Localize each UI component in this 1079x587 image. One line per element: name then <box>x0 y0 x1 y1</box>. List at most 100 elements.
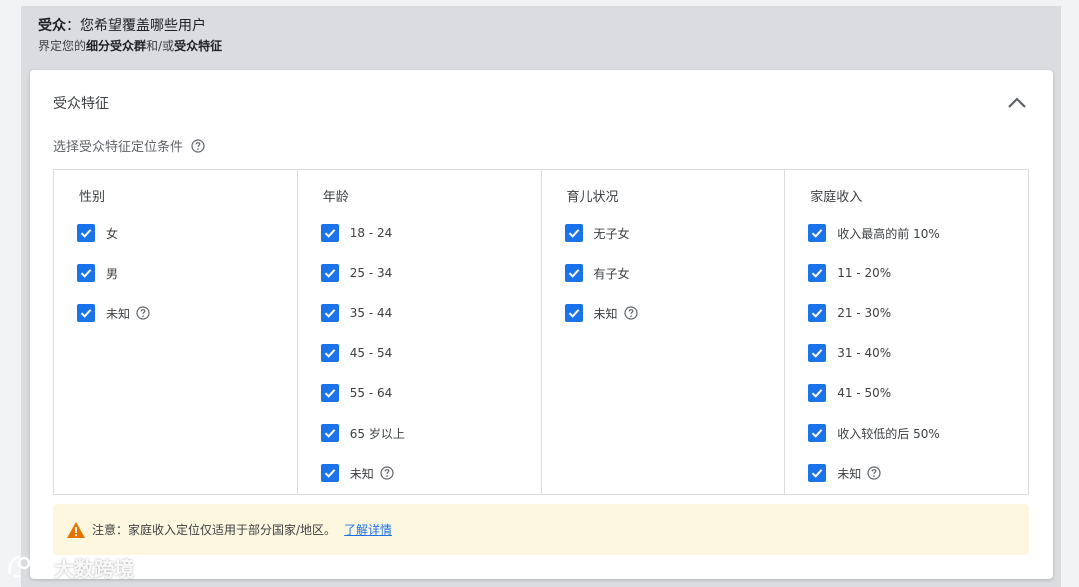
option-label: 收入最高的前 10% <box>837 226 940 241</box>
option-label: 未知 <box>349 466 374 481</box>
checkbox[interactable] <box>77 264 95 282</box>
option-household-income: 41 - 50% <box>808 383 891 403</box>
check-icon <box>324 349 336 358</box>
option-label: 有子女 <box>593 266 630 281</box>
checkbox[interactable] <box>808 464 827 482</box>
option-parental-status: 有子女 <box>564 263 630 283</box>
warning-triangle-icon <box>66 521 86 539</box>
option-label: 无子女 <box>593 226 630 241</box>
card-subtitle: 选择受众特征定位条件 <box>53 136 205 155</box>
option-label: 未知 <box>106 306 131 321</box>
check-icon <box>324 309 336 318</box>
option-label: 21 - 30% <box>837 306 892 320</box>
option-household-income: 收入较低的后 50% <box>808 423 940 443</box>
check-icon <box>568 269 579 278</box>
card-title: 受众特征 <box>53 96 109 112</box>
chevron-up-icon <box>1008 97 1026 108</box>
desc-bold-1: 细分受众群 <box>86 39 147 53</box>
checkbox[interactable] <box>808 384 827 402</box>
column-title: 家庭收入 <box>810 190 863 205</box>
check-icon <box>324 229 336 238</box>
check-icon <box>324 389 336 398</box>
option-household-income: 收入最高的前 10% <box>808 223 940 243</box>
checkbox[interactable] <box>808 424 827 442</box>
option-gender: 女 <box>77 223 118 243</box>
help-circle-icon[interactable] <box>136 306 150 320</box>
subtitle-text: 选择受众特征定位条件 <box>53 140 184 155</box>
checkbox[interactable] <box>320 424 339 442</box>
desc-bold-2: 受众特征 <box>174 39 223 53</box>
notice-banner: 注意：家庭收入定位仅适用于部分国家/地区。 了解详情 <box>53 504 1029 555</box>
checkbox[interactable] <box>564 224 583 242</box>
checkbox[interactable] <box>808 264 827 282</box>
checkbox[interactable] <box>320 304 339 322</box>
checkbox[interactable] <box>77 224 95 242</box>
option-label: 25 - 34 <box>349 266 393 280</box>
option-age: 35 - 44 <box>320 303 392 323</box>
checkbox[interactable] <box>77 304 95 322</box>
checkbox[interactable] <box>320 344 339 362</box>
check-icon <box>80 269 92 278</box>
watermark-text: 大数跨境 <box>54 556 134 581</box>
watermark: 大数跨境 <box>6 552 134 582</box>
check-icon <box>324 469 336 478</box>
help-circle-icon[interactable] <box>191 138 205 153</box>
collapse-button[interactable] <box>1005 91 1029 115</box>
option-age: 45 - 54 <box>320 343 392 363</box>
section-title-rest: ：您希望覆盖哪些用户 <box>66 18 206 34</box>
watermark-logo-icon <box>6 552 50 582</box>
checkbox[interactable] <box>808 224 827 242</box>
check-icon <box>812 349 823 358</box>
column-gender: 性别女男未知 <box>54 170 298 494</box>
option-label: 男 <box>106 266 119 281</box>
option-label: 65 岁以上 <box>349 426 405 441</box>
desc-part-2: 和/或 <box>146 39 175 53</box>
notice-text: 注意：家庭收入定位仅适用于部分国家/地区。 <box>92 523 337 537</box>
option-label: 31 - 40% <box>837 346 892 360</box>
column-title: 年龄 <box>322 190 349 205</box>
check-icon <box>812 229 823 238</box>
demographics-card: 受众特征 选择受众特征定位条件 性别女男未知 年龄 18 - 24 25 - 34 35… <box>30 70 1053 579</box>
section-title-bold: 受众 <box>38 18 66 34</box>
section-title: 受众：您希望覆盖哪些用户 <box>38 17 222 35</box>
option-age: 18 - 24 <box>320 223 393 243</box>
help-circle-icon[interactable] <box>867 466 881 480</box>
checkbox[interactable] <box>808 344 827 362</box>
option-label: 未知 <box>837 466 862 481</box>
option-label: 未知 <box>593 306 618 321</box>
column-household-income: 家庭收入收入最高的前 10% 11 - 20% 21 - 30% 31 - 40% 41… <box>785 170 1028 494</box>
option-label: 女 <box>106 226 119 241</box>
column-parental-status: 育儿状况 无子女 有子女 未知 <box>542 170 786 494</box>
help-circle-icon[interactable] <box>380 466 394 480</box>
check-icon <box>568 309 579 318</box>
option-age: 未知 <box>320 463 394 483</box>
option-age: 65 岁以上 <box>320 423 405 443</box>
check-icon <box>812 309 823 318</box>
check-icon <box>568 229 579 238</box>
checkbox[interactable] <box>320 384 339 402</box>
option-age: 55 - 64 <box>320 383 392 403</box>
option-gender: 未知 <box>77 303 150 323</box>
learn-more-link[interactable]: 了解详情 <box>344 521 392 538</box>
option-label: 41 - 50% <box>837 386 892 400</box>
column-age: 年龄 18 - 24 25 - 34 35 - 44 45 - 54 55 - 64 65 … <box>298 170 542 494</box>
checkbox[interactable] <box>564 304 583 322</box>
check-icon <box>812 429 823 438</box>
check-icon <box>80 229 92 238</box>
check-icon <box>324 269 336 278</box>
checkbox[interactable] <box>564 264 583 282</box>
option-household-income: 11 - 20% <box>808 263 891 283</box>
check-icon <box>812 269 823 278</box>
checkbox[interactable] <box>320 224 339 242</box>
checkbox[interactable] <box>320 464 339 482</box>
option-parental-status: 未知 <box>564 303 638 323</box>
check-icon <box>812 469 823 478</box>
section-header: 受众：您希望覆盖哪些用户 界定您的细分受众群和/或受众特征 <box>38 17 222 54</box>
help-circle-icon[interactable] <box>623 306 638 320</box>
section-description: 界定您的细分受众群和/或受众特征 <box>38 38 222 54</box>
checkbox[interactable] <box>808 304 827 322</box>
option-household-income: 未知 <box>808 463 881 483</box>
demographics-grid: 性别女男未知 年龄 18 - 24 25 - 34 35 - 44 45 - 54 55 -… <box>53 169 1029 495</box>
checkbox[interactable] <box>320 264 339 282</box>
option-label: 18 - 24 <box>349 226 393 240</box>
